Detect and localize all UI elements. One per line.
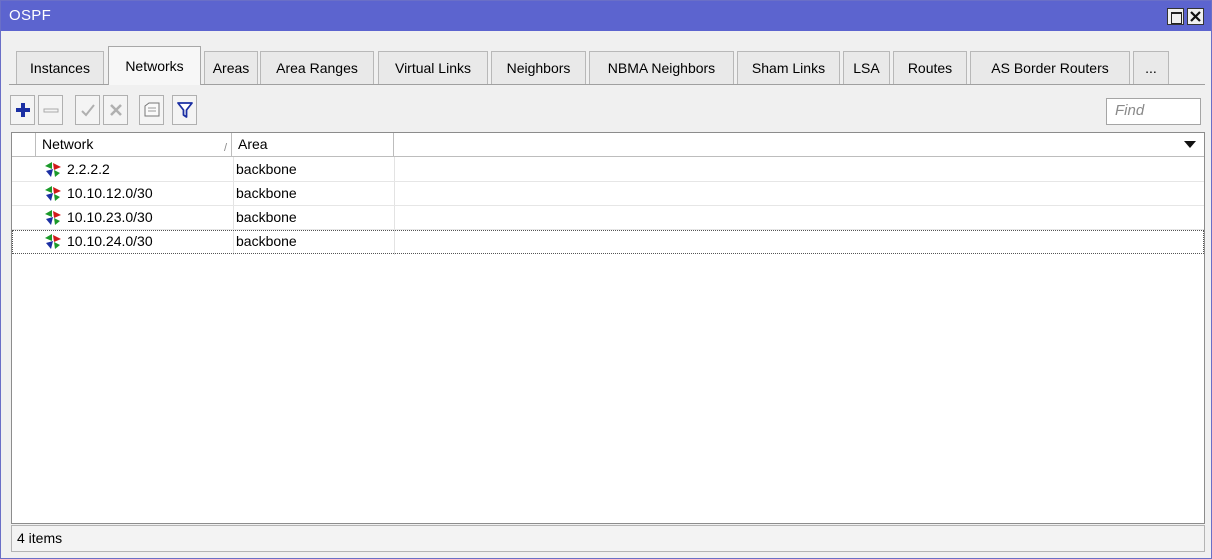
cell-network: 2.2.2.2 bbox=[67, 161, 110, 177]
column-header-area[interactable]: Area bbox=[232, 133, 394, 156]
cell-area: backbone bbox=[236, 233, 297, 249]
networks-table: Network / Area 2.2.2.2 backbone 10.10.12… bbox=[11, 132, 1205, 524]
close-button[interactable] bbox=[1187, 8, 1204, 25]
tab-lsa[interactable]: LSA bbox=[843, 51, 890, 84]
close-icon bbox=[1190, 11, 1201, 22]
table-header: Network / Area bbox=[12, 133, 1204, 157]
network-icon bbox=[45, 186, 61, 201]
remove-button[interactable] bbox=[38, 95, 63, 125]
header-row-selector bbox=[12, 133, 36, 156]
column-menu-icon[interactable] bbox=[1184, 141, 1196, 148]
disable-icon bbox=[110, 104, 122, 116]
item-count: 4 items bbox=[17, 530, 63, 546]
tab-area-ranges[interactable]: Area Ranges bbox=[260, 51, 374, 84]
column-header-network-label: Network bbox=[42, 136, 94, 152]
tab-areas[interactable]: Areas bbox=[204, 51, 258, 84]
disable-button[interactable] bbox=[103, 95, 128, 125]
network-icon bbox=[45, 234, 61, 249]
tab-instances[interactable]: Instances bbox=[16, 51, 104, 84]
filter-button[interactable] bbox=[172, 95, 197, 125]
table-row-selected[interactable]: 10.10.24.0/30 backbone bbox=[12, 230, 1204, 254]
table-row[interactable]: 10.10.23.0/30 backbone bbox=[12, 206, 1204, 230]
tab-routes[interactable]: Routes bbox=[893, 51, 967, 84]
cell-network: 10.10.24.0/30 bbox=[67, 233, 153, 249]
window-title: OSPF bbox=[9, 7, 52, 24]
ospf-window: OSPF Instances Networks Areas Area Range… bbox=[0, 0, 1212, 559]
title-bar[interactable]: OSPF bbox=[1, 1, 1211, 31]
tab-more[interactable]: ... bbox=[1133, 51, 1169, 84]
check-icon bbox=[81, 104, 95, 117]
tab-networks[interactable]: Networks bbox=[108, 46, 201, 85]
status-bar: 4 items bbox=[11, 525, 1205, 552]
sort-indicator: / bbox=[224, 142, 228, 154]
cell-area: backbone bbox=[236, 185, 297, 201]
comment-icon bbox=[144, 102, 160, 117]
tab-neighbors[interactable]: Neighbors bbox=[491, 51, 586, 84]
cell-area: backbone bbox=[236, 209, 297, 225]
network-icon bbox=[45, 162, 61, 177]
add-button[interactable] bbox=[10, 95, 35, 125]
remove-icon bbox=[43, 108, 59, 113]
cell-area: backbone bbox=[236, 161, 297, 177]
maximize-button[interactable] bbox=[1167, 8, 1184, 25]
cell-network: 10.10.12.0/30 bbox=[67, 185, 153, 201]
tab-sham-links[interactable]: Sham Links bbox=[737, 51, 840, 84]
tab-virtual-links[interactable]: Virtual Links bbox=[378, 51, 488, 84]
filter-icon bbox=[177, 102, 193, 118]
table-row[interactable]: 2.2.2.2 backbone bbox=[12, 158, 1204, 182]
table-row[interactable]: 10.10.12.0/30 backbone bbox=[12, 182, 1204, 206]
comment-button[interactable] bbox=[139, 95, 164, 125]
cell-network: 10.10.23.0/30 bbox=[67, 209, 153, 225]
column-header-network[interactable]: Network / bbox=[36, 133, 232, 156]
network-icon bbox=[45, 210, 61, 225]
add-icon bbox=[16, 103, 30, 117]
tab-as-border-routers[interactable]: AS Border Routers bbox=[970, 51, 1130, 84]
tab-nbma-neighbors[interactable]: NBMA Neighbors bbox=[589, 51, 734, 84]
find-input[interactable]: Find bbox=[1106, 98, 1201, 125]
enable-button[interactable] bbox=[75, 95, 100, 125]
column-header-area-label: Area bbox=[238, 136, 268, 152]
